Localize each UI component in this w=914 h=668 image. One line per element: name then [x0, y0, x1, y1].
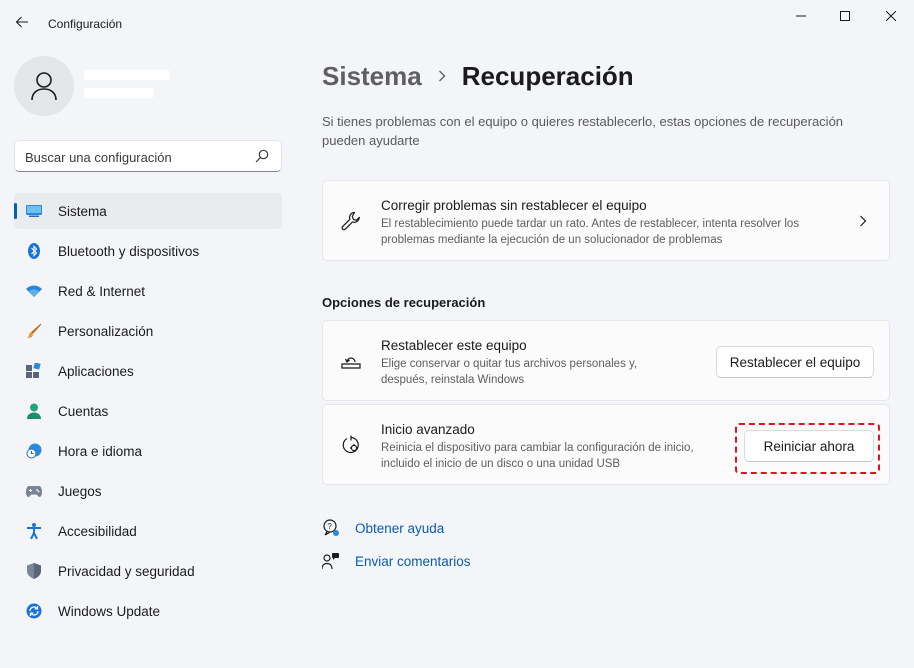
advanced-startup-card: Inicio avanzado Reinicia el dispositivo …: [322, 404, 890, 485]
sidebar-item-red-internet[interactable]: Red & Internet: [14, 273, 282, 309]
sidebar-nav: Sistema Bluetooth y dispositivos Red & I…: [14, 193, 282, 633]
breadcrumb: Sistema Recuperación: [322, 58, 634, 94]
breadcrumb-parent[interactable]: Sistema: [322, 61, 422, 92]
sidebar-item-label: Windows Update: [58, 604, 161, 619]
troubleshoot-card[interactable]: Corregir problemas sin restablecer el eq…: [322, 180, 890, 261]
reset-pc-card: Restablecer este equipo Elige conservar …: [322, 320, 890, 401]
shield-icon: [26, 563, 42, 579]
search-icon[interactable]: [255, 149, 271, 165]
close-button[interactable]: [868, 4, 914, 28]
sidebar-item-accesibilidad[interactable]: Accesibilidad: [14, 513, 282, 549]
maximize-icon: [840, 11, 850, 21]
sidebar-item-privacidad[interactable]: Privacidad y seguridad: [14, 553, 282, 589]
advanced-startup-icon: [341, 435, 361, 455]
search-input[interactable]: [25, 148, 245, 166]
reset-pc-icon: [341, 351, 361, 371]
account-icon: [26, 403, 42, 419]
sidebar-item-label: Cuentas: [58, 404, 109, 419]
sidebar-item-label: Privacidad y seguridad: [58, 564, 195, 579]
sidebar-item-label: Bluetooth y dispositivos: [58, 244, 200, 259]
maximize-button[interactable]: [822, 4, 868, 28]
back-button[interactable]: [10, 10, 34, 34]
chevron-right-icon: [855, 213, 871, 229]
sidebar-item-windows-update[interactable]: Windows Update: [14, 593, 282, 629]
sidebar-item-juegos[interactable]: Juegos: [14, 473, 282, 509]
send-feedback-link[interactable]: Enviar comentarios: [322, 550, 471, 572]
card-title: Inicio avanzado: [381, 422, 475, 437]
bluetooth-icon: [26, 243, 42, 259]
user-profile[interactable]: [14, 56, 284, 116]
sidebar-item-aplicaciones[interactable]: Aplicaciones: [14, 353, 282, 389]
link-label: Obtener ayuda: [355, 520, 445, 536]
wrench-icon: [341, 211, 361, 231]
sidebar-item-label: Juegos: [58, 484, 102, 499]
gamepad-icon: [26, 483, 42, 499]
feedback-icon: [322, 552, 340, 570]
card-subtitle: El restablecimiento puede tardar un rato…: [381, 218, 800, 246]
clock-globe-icon: [26, 443, 42, 459]
sidebar-item-label: Sistema: [58, 204, 107, 219]
svg-text:?: ?: [327, 522, 332, 531]
card-subtitle: Reinicia el dispositivo para cambiar la …: [381, 442, 694, 470]
restart-now-button[interactable]: Reiniciar ahora: [744, 430, 874, 462]
search-box[interactable]: [14, 140, 282, 172]
wifi-icon: [26, 283, 42, 299]
section-title: Opciones de recuperación: [322, 295, 486, 310]
sidebar-item-label: Aplicaciones: [58, 364, 134, 379]
profile-email: [84, 88, 154, 98]
back-arrow-icon: [15, 16, 28, 28]
link-label: Enviar comentarios: [355, 553, 471, 569]
close-icon: [886, 11, 896, 21]
card-title: Restablecer este equipo: [381, 338, 527, 353]
chevron-right-icon: [438, 70, 446, 82]
brush-icon: [26, 323, 42, 339]
minimize-icon: [796, 15, 806, 17]
page-title: Recuperación: [461, 60, 634, 91]
profile-name: [84, 70, 170, 80]
page-description: Si tienes problemas con el equipo o quie…: [322, 114, 844, 148]
sidebar-item-label: Accesibilidad: [58, 524, 137, 539]
get-help-link[interactable]: ? Obtener ayuda: [322, 517, 444, 539]
sidebar-item-label: Red & Internet: [58, 284, 146, 299]
help-icon: ?: [322, 519, 340, 537]
sidebar-item-label: Personalización: [58, 324, 154, 339]
windows-update-icon: [26, 603, 42, 619]
sidebar-item-hora-idioma[interactable]: Hora e idioma: [14, 433, 282, 469]
user-icon: [31, 72, 57, 101]
card-subtitle: Elige conservar o quitar tus archivos pe…: [381, 358, 638, 386]
sidebar-item-cuentas[interactable]: Cuentas: [14, 393, 282, 429]
avatar: [14, 56, 74, 116]
sidebar-item-sistema[interactable]: Sistema: [14, 193, 282, 229]
apps-icon: [26, 363, 42, 379]
sidebar-item-personalizacion[interactable]: Personalización: [14, 313, 282, 349]
sidebar-item-bluetooth[interactable]: Bluetooth y dispositivos: [14, 233, 282, 269]
title-bar: Configuración: [0, 0, 914, 46]
sidebar-item-label: Hora e idioma: [58, 444, 143, 459]
minimize-button[interactable]: [778, 4, 824, 28]
app-title: Configuración: [48, 17, 123, 31]
system-icon: [26, 203, 42, 219]
reset-pc-button[interactable]: Restablecer el equipo: [716, 346, 874, 378]
accessibility-icon: [26, 523, 42, 539]
card-title: Corregir problemas sin restablecer el eq…: [381, 198, 647, 213]
